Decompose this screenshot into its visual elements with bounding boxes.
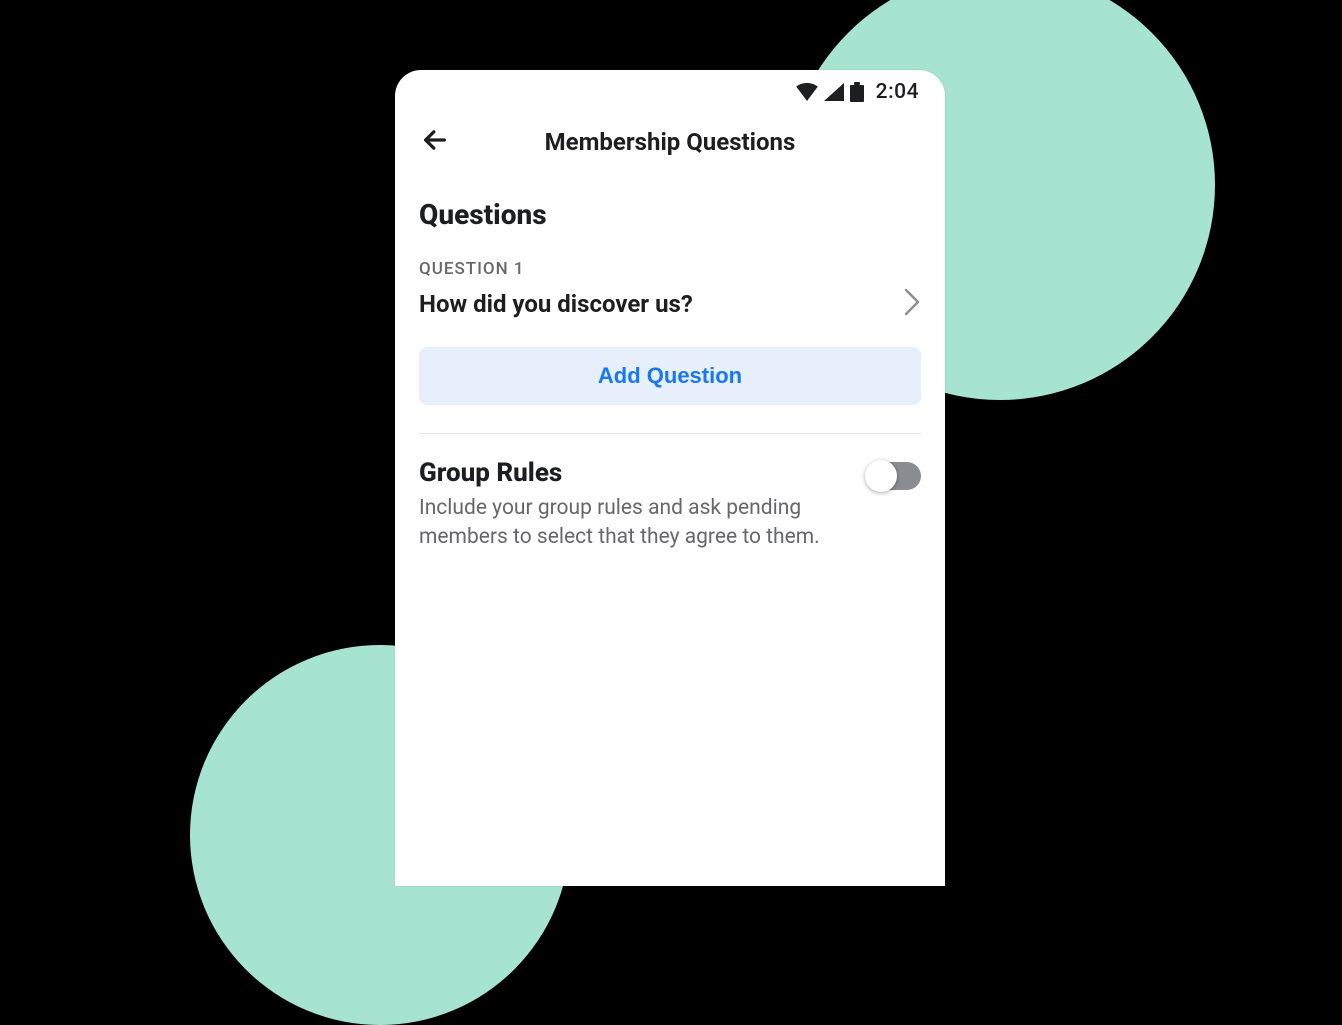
back-button[interactable] [417, 124, 453, 160]
question-label: QUESTION 1 [419, 259, 921, 279]
group-rules-toggle[interactable] [867, 462, 921, 490]
group-rules-text: Group Rules Include your group rules and… [419, 458, 839, 553]
group-rules-title: Group Rules [419, 458, 839, 488]
question-text: How did you discover us? [419, 290, 693, 318]
questions-heading: Questions [419, 198, 921, 231]
group-rules-description: Include your group rules and ask pending… [419, 494, 839, 553]
app-header: Membership Questions [395, 106, 945, 178]
arrow-left-icon [421, 126, 449, 158]
battery-icon [850, 82, 864, 102]
status-bar-time: 2:04 [876, 80, 919, 104]
phone-frame: 2:04 Membership Questions Questions QUES… [395, 70, 945, 886]
status-bar: 2:04 [395, 70, 945, 106]
wifi-icon [796, 83, 818, 101]
section-divider [419, 433, 921, 434]
page-title: Membership Questions [395, 128, 945, 156]
toggle-knob [865, 460, 897, 492]
content-area: Questions QUESTION 1 How did you discove… [395, 178, 945, 553]
add-question-button[interactable]: Add Question [419, 347, 921, 405]
chevron-right-icon [903, 287, 921, 321]
group-rules-row: Group Rules Include your group rules and… [419, 458, 921, 553]
cellular-signal-icon [824, 83, 844, 101]
question-row[interactable]: How did you discover us? [419, 287, 921, 321]
